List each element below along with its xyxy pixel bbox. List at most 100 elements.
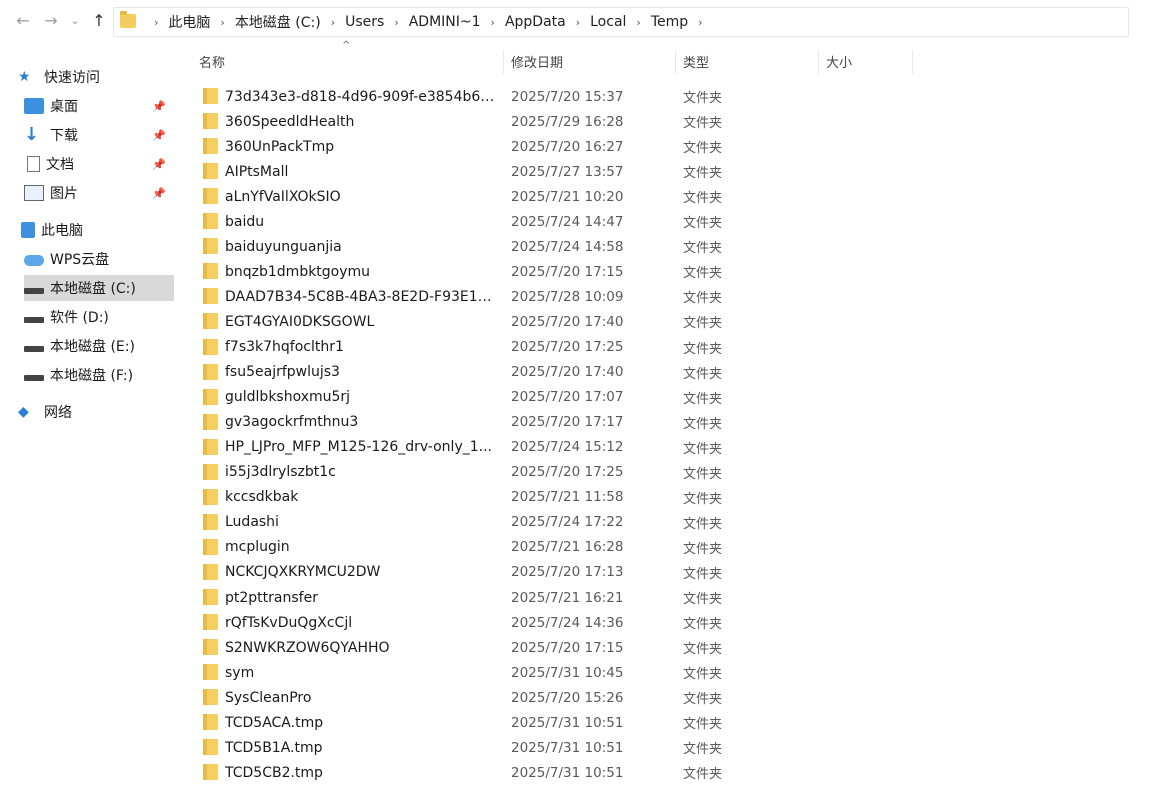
recent-locations-chevron-icon[interactable]: ⌄ xyxy=(64,10,86,32)
file-row[interactable]: TCD5B1A.tmp 2025/7/31 10:51 文件夹 xyxy=(198,735,978,760)
sidebar-item-drive-f[interactable]: 本地磁盘 (F:) xyxy=(24,362,174,388)
file-name: DAAD7B34-5C8B-4BA3-8E2D-F93E12... xyxy=(225,288,497,305)
sidebar-item-downloads[interactable]: ↓ 下载 📌 xyxy=(24,122,174,148)
document-icon xyxy=(27,156,40,172)
column-divider[interactable] xyxy=(503,50,504,74)
file-row[interactable]: sym 2025/7/31 10:45 文件夹 xyxy=(198,660,978,685)
breadcrumb-separator-icon[interactable]: › xyxy=(220,16,224,29)
address-bar[interactable]: › 此电脑 › 本地磁盘 (C:) › Users › ADMINI~1 › AppData › Lo… xyxy=(113,7,1129,37)
file-row[interactable]: DAAD7B34-5C8B-4BA3-8E2D-F93E12... 2025/7/… xyxy=(198,284,978,309)
breadcrumb-separator-icon[interactable]: › xyxy=(698,16,702,29)
sidebar-item-pictures[interactable]: 图片 📌 xyxy=(24,180,174,206)
column-divider[interactable] xyxy=(675,50,676,74)
breadcrumb-separator-icon[interactable]: › xyxy=(154,16,158,29)
file-modified-date: 2025/7/21 10:20 xyxy=(511,188,624,205)
sidebar-item-label: 网络 xyxy=(44,405,72,421)
pin-icon[interactable]: 📌 xyxy=(152,129,166,142)
folder-icon xyxy=(203,664,218,681)
file-row[interactable]: TCD5ACA.tmp 2025/7/31 10:51 文件夹 xyxy=(198,710,978,735)
sidebar-item-this-pc[interactable]: 此电脑 xyxy=(18,217,176,243)
file-name: fsu5eajrfpwlujs3 xyxy=(225,364,340,381)
sidebar-item-drive-d[interactable]: 软件 (D:) xyxy=(24,304,174,330)
file-modified-date: 2025/7/20 17:40 xyxy=(511,313,624,330)
sidebar-item-documents[interactable]: 文档 📌 xyxy=(24,151,174,177)
file-modified-date: 2025/7/20 17:40 xyxy=(511,364,624,381)
file-row[interactable]: pt2pttransfer 2025/7/21 16:21 文件夹 xyxy=(198,585,978,610)
file-row[interactable]: Ludashi 2025/7/24 17:22 文件夹 xyxy=(198,510,978,535)
file-row[interactable]: TCD5CB2.tmp 2025/7/31 10:51 文件夹 xyxy=(198,760,978,785)
breadcrumb-item[interactable]: ADMINI~1 xyxy=(409,14,481,30)
file-row[interactable]: kccsdkbak 2025/7/21 11:58 文件夹 xyxy=(198,485,978,510)
file-row[interactable]: gv3agockrfmthnu3 2025/7/20 17:17 文件夹 xyxy=(198,410,978,435)
sidebar-item-label: 此电脑 xyxy=(41,223,83,239)
file-row[interactable]: SysCleanPro 2025/7/20 15:26 文件夹 xyxy=(198,685,978,710)
forward-arrow-icon[interactable]: → xyxy=(40,10,62,32)
file-row[interactable]: rQfTsKvDuQgXcCjl 2025/7/24 14:36 文件夹 xyxy=(198,610,978,635)
file-type: 文件夹 xyxy=(683,191,723,207)
pin-icon[interactable]: 📌 xyxy=(152,187,166,200)
file-name: baidu xyxy=(225,213,265,230)
breadcrumb-item[interactable]: AppData xyxy=(505,14,566,30)
sidebar-item-desktop[interactable]: 桌面 📌 xyxy=(24,93,174,119)
sidebar-item-quick-access[interactable]: ★ 快速访问 xyxy=(18,64,176,90)
column-header-type[interactable]: 类型 xyxy=(683,46,709,76)
breadcrumb-separator-icon[interactable]: › xyxy=(576,16,580,29)
breadcrumb-item[interactable]: Users xyxy=(345,14,384,30)
breadcrumb-item[interactable]: Local xyxy=(590,14,626,30)
file-row[interactable]: baiduyunguanjia 2025/7/24 14:58 文件夹 xyxy=(198,234,978,259)
sidebar-item-drive-c[interactable]: 本地磁盘 (C:) xyxy=(24,275,174,301)
drive-icon xyxy=(24,375,44,381)
pin-icon[interactable]: 📌 xyxy=(152,158,166,171)
folder-icon xyxy=(203,138,218,155)
file-row[interactable]: S2NWKRZOW6QYAHHO 2025/7/20 17:15 文件夹 xyxy=(198,635,978,660)
folder-icon xyxy=(203,764,218,781)
breadcrumb-separator-icon[interactable]: › xyxy=(394,16,398,29)
sidebar-item-label: 图片 xyxy=(50,186,78,202)
file-row[interactable]: EGT4GYAI0DKSGOWL 2025/7/20 17:40 文件夹 xyxy=(198,309,978,334)
column-header-name[interactable]: 名称 xyxy=(199,46,225,76)
sidebar-item-label: 本地磁盘 (C:) xyxy=(50,281,136,297)
file-row[interactable]: AIPtsMall 2025/7/27 13:57 文件夹 xyxy=(198,159,978,184)
breadcrumb-item[interactable]: 本地磁盘 (C:) xyxy=(235,12,321,32)
file-row[interactable]: HP_LJPro_MFP_M125-126_drv-only_1... 2025/… xyxy=(198,435,978,460)
sidebar-item-drive-e[interactable]: 本地磁盘 (E:) xyxy=(24,333,174,359)
file-row[interactable]: 360UnPackTmp 2025/7/20 16:27 文件夹 xyxy=(198,134,978,159)
file-row[interactable]: mcplugin 2025/7/21 16:28 文件夹 xyxy=(198,535,978,560)
file-modified-date: 2025/7/20 17:17 xyxy=(511,414,624,431)
file-row[interactable]: bnqzb1dmbktgoymu 2025/7/20 17:15 文件夹 xyxy=(198,259,978,284)
sidebar-item-label: 桌面 xyxy=(50,99,78,115)
column-divider[interactable] xyxy=(912,50,913,74)
desktop-icon xyxy=(24,98,44,114)
folder-icon xyxy=(203,238,218,255)
column-divider[interactable] xyxy=(818,50,819,74)
file-modified-date: 2025/7/24 14:58 xyxy=(511,238,624,255)
breadcrumb-separator-icon[interactable]: › xyxy=(491,16,495,29)
file-name: gv3agockrfmthnu3 xyxy=(225,414,359,431)
breadcrumb-item[interactable]: 此电脑 xyxy=(168,12,210,32)
file-row[interactable]: fsu5eajrfpwlujs3 2025/7/20 17:40 文件夹 xyxy=(198,360,978,385)
breadcrumb-separator-icon[interactable]: › xyxy=(331,16,335,29)
back-arrow-icon[interactable]: ← xyxy=(12,10,34,32)
file-row[interactable]: guldlbkshoxmu5rj 2025/7/20 17:07 文件夹 xyxy=(198,385,978,410)
breadcrumb-separator-icon[interactable]: › xyxy=(636,16,640,29)
file-row[interactable]: 360SpeedldHealth 2025/7/29 16:28 文件夹 xyxy=(198,109,978,134)
file-row[interactable]: f7s3k7hqfoclthr1 2025/7/20 17:25 文件夹 xyxy=(198,335,978,360)
file-row[interactable]: 73d343e3-d818-4d96-909f-e3854b68... 2025/… xyxy=(198,84,978,109)
breadcrumb-item[interactable]: Temp xyxy=(651,14,688,30)
file-type: 文件夹 xyxy=(683,91,723,106)
file-row[interactable]: i55j3dlrylszbt1c 2025/7/20 17:25 文件夹 xyxy=(198,460,978,485)
up-arrow-icon[interactable]: ↑ xyxy=(88,10,110,32)
file-row[interactable]: aLnYfVaIlXOkSIO 2025/7/21 10:20 文件夹 xyxy=(198,184,978,209)
pin-icon[interactable]: 📌 xyxy=(152,100,166,113)
file-type: 文件夹 xyxy=(683,742,723,758)
file-type: 文件夹 xyxy=(683,491,723,507)
sidebar-item-network[interactable]: ◆ 网络 xyxy=(18,399,176,425)
file-modified-date: 2025/7/20 17:25 xyxy=(511,464,624,481)
column-header-date[interactable]: 修改日期 xyxy=(511,46,563,76)
file-row[interactable]: baidu 2025/7/24 14:47 文件夹 xyxy=(198,209,978,234)
column-header-size[interactable]: 大小 xyxy=(826,46,852,76)
file-row[interactable]: NCKCJQXKRYMCU2DW 2025/7/20 17:13 文件夹 xyxy=(198,560,978,585)
sidebar-item-wps-cloud[interactable]: WPS云盘 xyxy=(24,246,174,272)
computer-icon xyxy=(21,222,35,238)
sidebar-item-label: 快速访问 xyxy=(44,70,100,86)
